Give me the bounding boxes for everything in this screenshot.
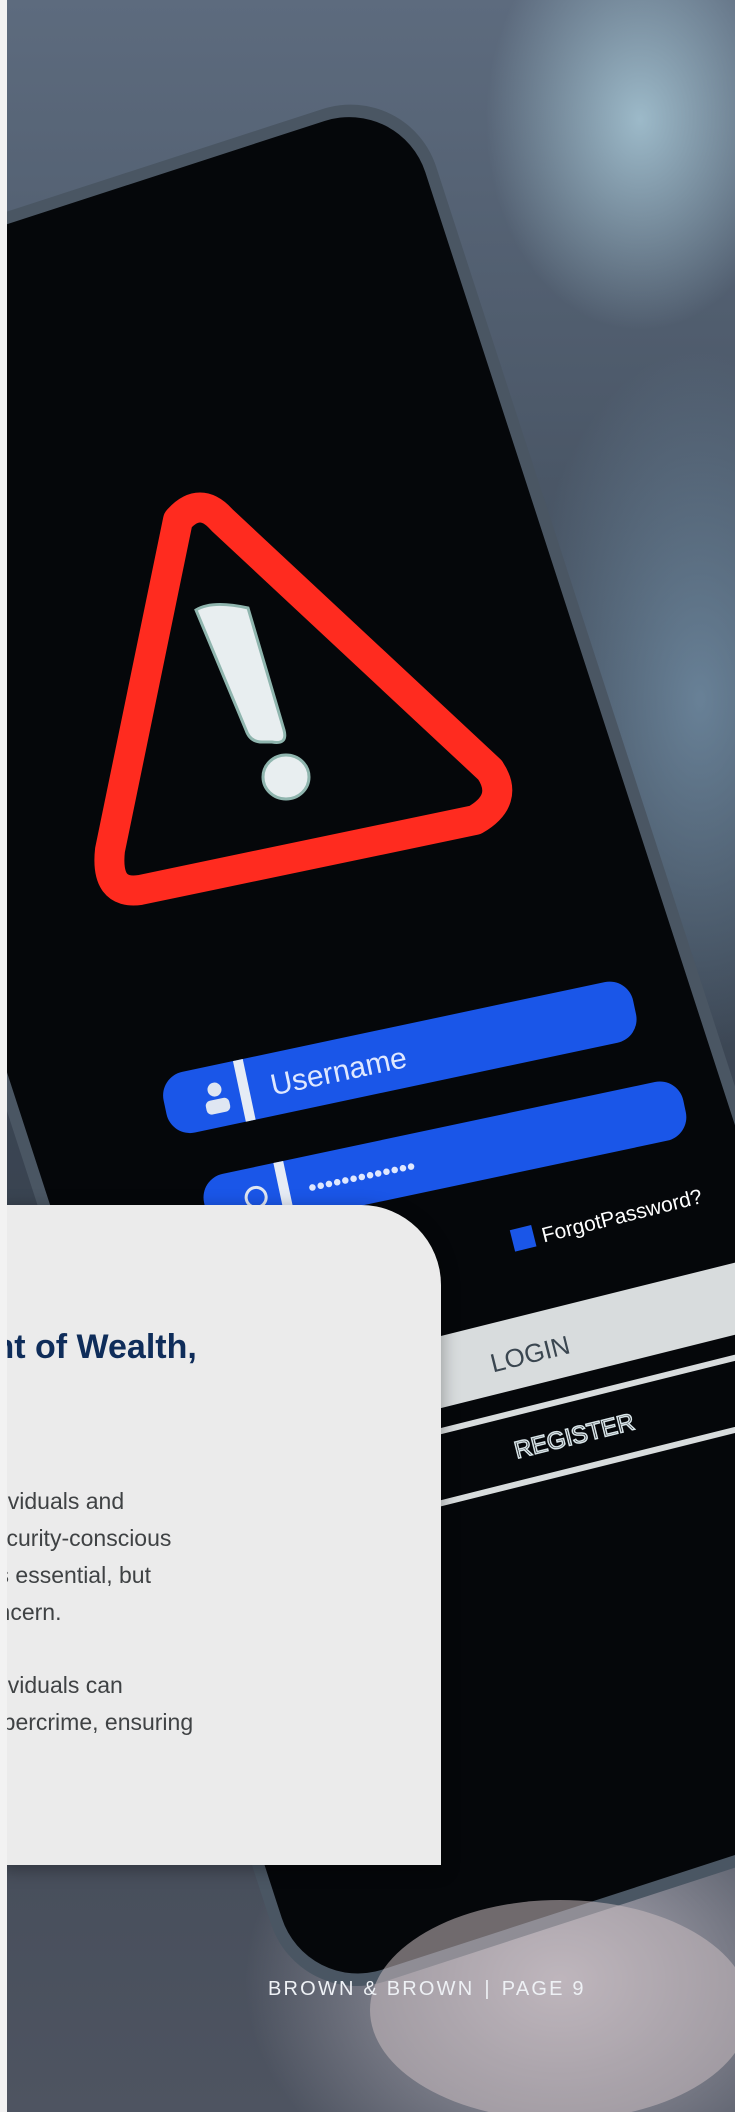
title-line: mponent of Wealth,: [0, 1328, 197, 1366]
page-footer: BROWN & BROWN | PAGE 9: [268, 1978, 586, 2001]
footer-brand: BROWN & BROWN: [268, 1978, 475, 2000]
content-card: mponent of Wealth, ion cessful individua…: [0, 1205, 441, 1865]
body-line: practices is essential, but: [0, 1562, 151, 1588]
section-title: mponent of Wealth, ion: [0, 1323, 441, 1419]
body-paragraph: cessful individuals and he most security…: [0, 1483, 434, 1631]
section-body: cessful individuals and he most security…: [0, 1483, 434, 1777]
body-line: he most security-conscious: [0, 1525, 172, 1551]
brochure-page: Username ••••••••••••• ForgotPassword? e…: [0, 0, 735, 2112]
body-line: nificant concern.: [0, 1599, 62, 1625]
body-line: cessful individuals can: [0, 1672, 123, 1698]
page-edge: [0, 0, 7, 2112]
footer-page-number: PAGE 9: [501, 1978, 586, 2000]
footer-separator: |: [484, 1978, 492, 2000]
body-line: cessful individuals and: [0, 1488, 125, 1514]
body-line: ted with cybercrime, ensuring: [0, 1709, 194, 1735]
title-line: ion: [0, 1371, 441, 1419]
body-paragraph: cessful individuals can ted with cybercr…: [0, 1667, 434, 1741]
